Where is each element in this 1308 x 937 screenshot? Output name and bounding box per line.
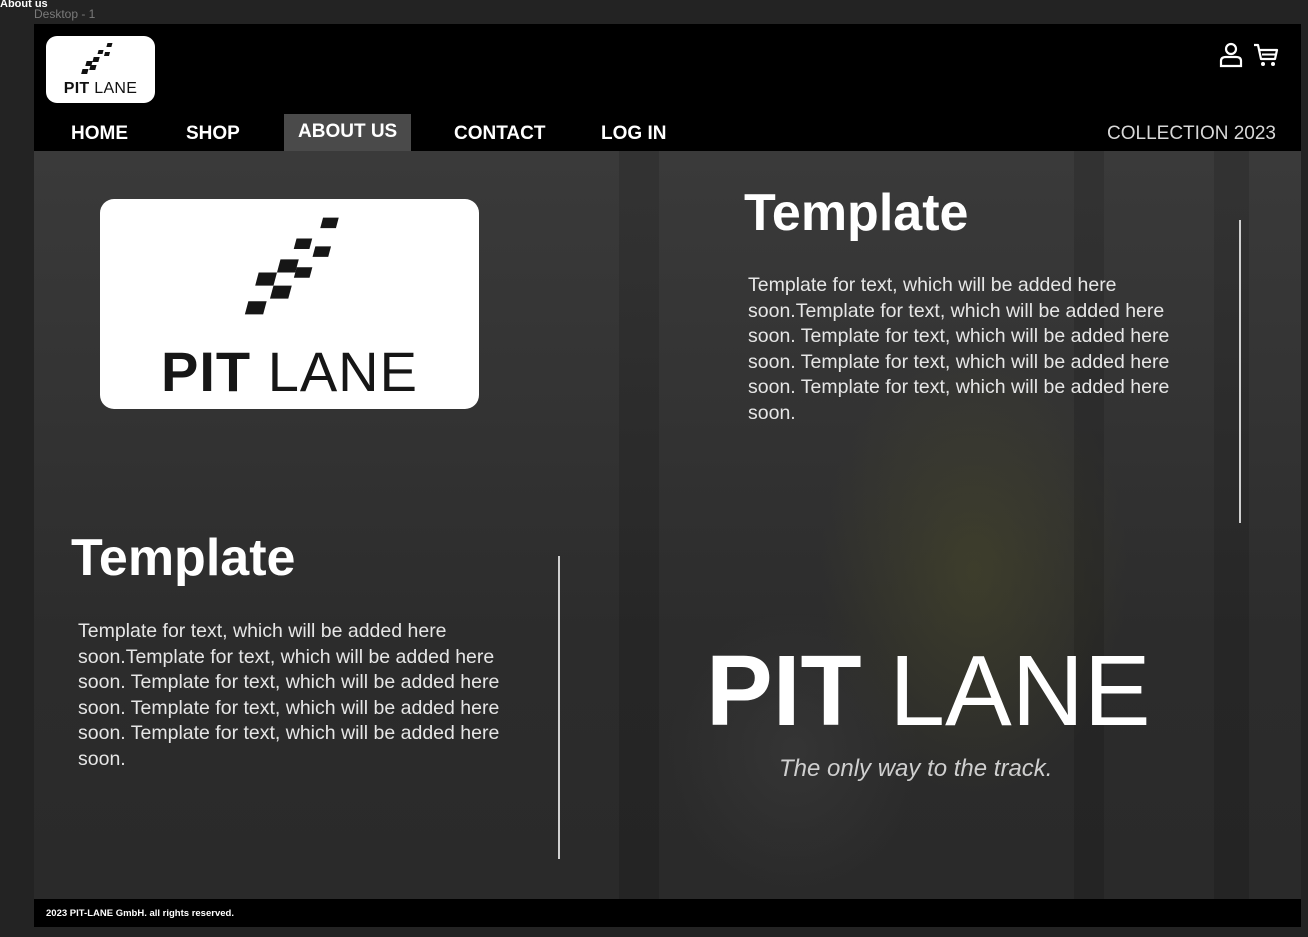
site-footer: 2023 PIT-LANE GmbH. all rights reserved. <box>34 899 1301 927</box>
cart-icon[interactable] <box>1253 42 1279 68</box>
section2-title: Template <box>71 529 296 587</box>
section1-text: Template for text, which will be added h… <box>748 274 1170 424</box>
collection-label[interactable]: COLLECTION 2023 <box>1107 114 1276 151</box>
user-icon[interactable] <box>1219 42 1243 68</box>
main-nav: HOME SHOP ABOUT US CONTACT LOG IN COLLEC… <box>34 114 1301 151</box>
section1-title: Template <box>744 184 969 242</box>
section2-text: Template for text, which will be added h… <box>78 620 500 770</box>
background-stripe <box>1214 151 1249 899</box>
nav-about-us[interactable]: ABOUT US <box>284 114 412 151</box>
header-actions <box>1219 42 1279 68</box>
background-stripe <box>1074 151 1104 899</box>
checkered-flag-icon <box>81 43 113 74</box>
hero-section: PIT LANE Template Template for text, whi… <box>34 151 1301 899</box>
checkered-flag-icon <box>244 217 339 315</box>
brand-tagline: The only way to the track. <box>779 755 1053 782</box>
site-logo[interactable]: PIT LANE <box>46 36 155 103</box>
logo-wordmark: PIT LANE <box>63 80 138 97</box>
background-stripe <box>619 151 659 899</box>
nav-log-in[interactable]: LOG IN <box>587 114 680 151</box>
frame-label[interactable]: Desktop - 1 <box>34 7 95 21</box>
section1-divider <box>1239 220 1241 523</box>
site-header: PIT LANE HOME SHOP ABOUT US CONTACT LOG … <box>34 24 1301 151</box>
nav-shop[interactable]: SHOP <box>172 114 254 151</box>
hero-logo-card: PIT LANE <box>100 199 479 409</box>
nav-contact[interactable]: CONTACT <box>440 114 559 151</box>
desktop-frame: PIT LANE HOME SHOP ABOUT US CONTACT LOG … <box>34 24 1301 927</box>
nav-home[interactable]: HOME <box>57 114 142 151</box>
copyright-text: 2023 PIT-LANE GmbH. all rights reserved. <box>46 908 234 919</box>
section2-divider <box>558 556 560 859</box>
brand-wordmark: PIT LANE <box>706 635 1151 747</box>
hero-logo-wordmark: PIT LANE <box>161 340 418 403</box>
